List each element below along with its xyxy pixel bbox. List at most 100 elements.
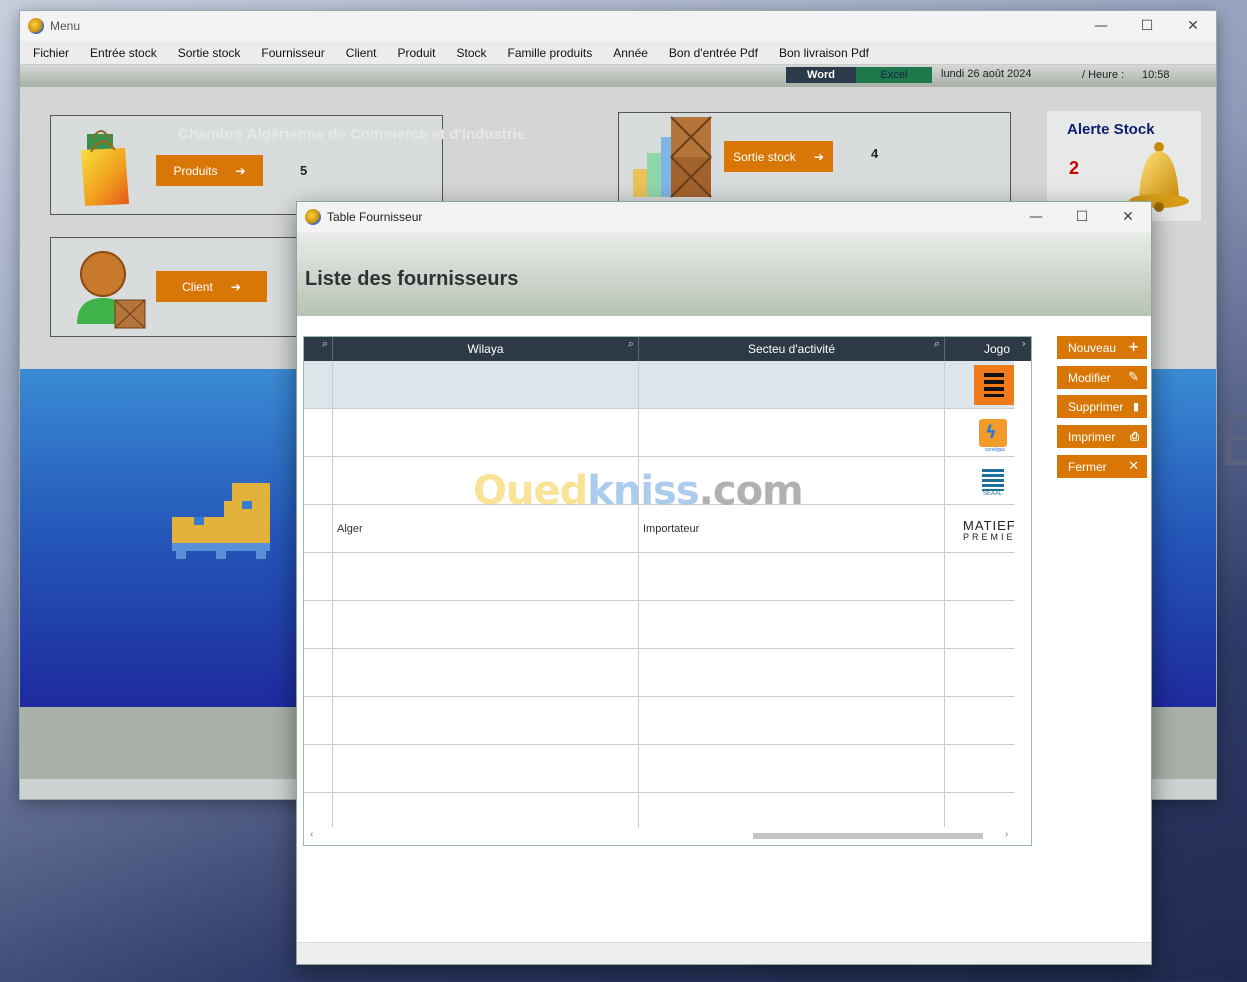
- cell-logo: [944, 553, 1016, 601]
- sortie-panel: Sortie stock ➔ 4: [618, 112, 1011, 208]
- nouveau-button[interactable]: Nouveau +: [1057, 336, 1147, 359]
- scroll-right-icon[interactable]: ›: [1005, 829, 1008, 840]
- alerte-count: 2: [1069, 158, 1080, 178]
- menu-bon-entree-pdf[interactable]: Bon d'entrée Pdf: [662, 46, 772, 60]
- watermark-part-1: Oued: [473, 468, 588, 514]
- cell-logo: [944, 649, 1016, 697]
- menu-annee[interactable]: Année: [606, 46, 662, 60]
- arrow-right-icon: ➔: [230, 279, 241, 294]
- menu-fournisseur[interactable]: Fournisseur: [254, 46, 338, 60]
- maximize-button[interactable]: ☐: [1059, 209, 1105, 225]
- column-header-row-selector: ⌕: [304, 337, 332, 361]
- menu-sortie-stock[interactable]: Sortie stock: [171, 46, 255, 60]
- table-row[interactable]: [304, 697, 1014, 745]
- produits-button[interactable]: Produits ➔: [156, 155, 263, 186]
- app-icon: [305, 209, 321, 225]
- imprimer-button[interactable]: Imprimer ⎙: [1057, 425, 1147, 448]
- cell-secteur: [638, 553, 944, 601]
- pencil-icon: ✎: [1128, 370, 1139, 385]
- row-selector[interactable]: [304, 361, 332, 409]
- supprimer-button[interactable]: Supprimer ▮: [1057, 395, 1147, 418]
- trash-icon: ▮: [1132, 400, 1139, 413]
- row-selector[interactable]: [304, 697, 332, 745]
- cell-wilaya: [332, 409, 638, 457]
- produits-panel: Chambre Algérienne de Commerce et d'Indu…: [50, 115, 525, 215]
- matiere-logo-line1: MATIEF: [963, 518, 1016, 533]
- search-icon[interactable]: ⌕: [628, 337, 634, 351]
- supprimer-label: Supprimer: [1068, 399, 1124, 414]
- dialog-status-bar: [297, 942, 1151, 964]
- close-button[interactable]: ✕: [1105, 209, 1151, 225]
- menu-client[interactable]: Client: [339, 46, 391, 60]
- row-selector[interactable]: [304, 409, 332, 457]
- status-row: Word Excel lundi 26 août 2024 / Heure : …: [20, 65, 1216, 87]
- word-button[interactable]: Word: [786, 67, 856, 83]
- minimize-button[interactable]: —: [1013, 209, 1059, 225]
- row-selector[interactable]: [304, 745, 332, 793]
- sortie-stock-button[interactable]: Sortie stock ➔: [724, 141, 833, 172]
- minimize-button[interactable]: —: [1078, 18, 1124, 34]
- row-selector[interactable]: [304, 457, 332, 505]
- menu-stock[interactable]: Stock: [450, 46, 501, 60]
- watermark-part-2: kniss: [587, 468, 699, 514]
- cell-wilaya: [332, 745, 638, 793]
- column-header-wilaya[interactable]: Wilaya ⌕: [332, 337, 638, 361]
- fournisseur-table[interactable]: ⌕ Wilaya ⌕ Secteu d'activité ⌕ Jogo › ϟs…: [303, 336, 1032, 846]
- app-icon: [28, 18, 44, 34]
- cell-secteur: [638, 409, 944, 457]
- produits-button-label: Produits: [173, 163, 218, 178]
- cell-logo: [944, 361, 1016, 409]
- arrow-right-icon: ➔: [813, 149, 824, 164]
- column-label-wilaya: Wilaya: [467, 342, 504, 356]
- printer-icon: ⎙: [1130, 429, 1139, 443]
- column-header-secteur[interactable]: Secteu d'activité ⌕: [638, 337, 944, 361]
- close-button[interactable]: ✕: [1170, 18, 1216, 34]
- menu-bar: Fichier Entrée stock Sortie stock Fourni…: [20, 41, 1216, 65]
- table-row[interactable]: [304, 649, 1014, 697]
- cell-secteur: [638, 745, 944, 793]
- imprimer-label: Imprimer: [1068, 429, 1116, 444]
- cell-secteur: [638, 697, 944, 745]
- row-selector[interactable]: [304, 601, 332, 649]
- horizontal-scrollbar[interactable]: ‹ ›: [304, 827, 1031, 845]
- main-title: Menu: [50, 19, 81, 33]
- cell-wilaya: [332, 649, 638, 697]
- column-header-logo[interactable]: Jogo ›: [944, 337, 1031, 361]
- sonatrach-logo: [974, 365, 1014, 405]
- table-row[interactable]: [304, 745, 1014, 793]
- table-row[interactable]: [304, 361, 1014, 409]
- row-selector[interactable]: [304, 505, 332, 553]
- row-selector[interactable]: [304, 553, 332, 601]
- menu-produit[interactable]: Produit: [390, 46, 449, 60]
- fermer-button[interactable]: Fermer ✕: [1057, 455, 1147, 478]
- menu-fichier[interactable]: Fichier: [26, 46, 83, 60]
- search-icon[interactable]: ⌕: [934, 337, 940, 351]
- table-row[interactable]: ϟ sonelgaz: [304, 409, 1014, 457]
- alerte-title: Alerte Stock: [1067, 121, 1155, 138]
- produits-count: 5: [300, 163, 308, 178]
- sortie-stock-button-label: Sortie stock: [733, 149, 796, 164]
- table-row[interactable]: [304, 601, 1014, 649]
- row-selector[interactable]: [304, 649, 332, 697]
- dialog-titlebar: Table Fournisseur — ☐ ✕: [297, 202, 1151, 232]
- menu-bon-livraison-pdf[interactable]: Bon livraison Pdf: [772, 46, 883, 60]
- client-button[interactable]: Client ➔: [156, 271, 267, 302]
- menu-entree-stock[interactable]: Entrée stock: [83, 46, 171, 60]
- table-header: ⌕ Wilaya ⌕ Secteu d'activité ⌕ Jogo ›: [304, 337, 1031, 361]
- fournisseur-dialog: Table Fournisseur — ☐ ✕ Liste des fourni…: [296, 201, 1152, 965]
- scrollbar-thumb[interactable]: [753, 833, 983, 839]
- menu-famille-produits[interactable]: Famille produits: [501, 46, 607, 60]
- plus-icon: +: [1128, 340, 1139, 355]
- excel-button[interactable]: Excel: [856, 67, 932, 83]
- nouveau-label: Nouveau: [1068, 340, 1117, 355]
- column-label-logo: Jogo: [983, 342, 1010, 356]
- chevron-right-icon[interactable]: ›: [1022, 337, 1026, 350]
- maximize-button[interactable]: ☐: [1124, 18, 1170, 34]
- scroll-left-icon[interactable]: ‹: [310, 829, 313, 840]
- user-icon: [77, 251, 146, 329]
- table-row[interactable]: [304, 553, 1014, 601]
- search-icon[interactable]: ⌕: [322, 337, 328, 351]
- modifier-button[interactable]: Modifier ✎: [1057, 366, 1147, 389]
- sonelgaz-logo: ϟ: [979, 419, 1007, 447]
- cell-logo: [944, 697, 1016, 745]
